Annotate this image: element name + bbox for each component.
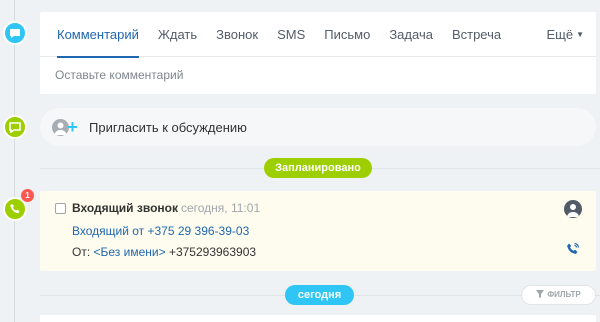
next-timeline-item xyxy=(40,315,596,322)
activity-subtitle-link[interactable]: Входящий от +375 29 396-39-03 xyxy=(72,224,249,238)
add-user-icon: + xyxy=(52,117,78,137)
invite-label: Пригласить к обсуждению xyxy=(89,119,247,135)
activity-from: От: <Без имени> +375293963903 xyxy=(72,245,256,259)
contact-phone: +375293963903 xyxy=(168,245,257,259)
editor-tabs: Комментарий Ждать Звонок SMS Письмо Зада… xyxy=(40,12,596,58)
activity-editor: Комментарий Ждать Звонок SMS Письмо Зада… xyxy=(40,12,596,94)
contact-name-link[interactable]: <Без имени> xyxy=(94,245,166,259)
tab-task[interactable]: Задача xyxy=(389,12,433,57)
activity-time: сегодня, 11:01 xyxy=(180,201,261,215)
invite-to-discussion-button[interactable]: + Пригласить к обсуждению xyxy=(40,108,596,146)
tab-sms[interactable]: SMS xyxy=(277,12,305,57)
tab-wait[interactable]: Ждать xyxy=(158,12,197,57)
activity-title[interactable]: Входящий звонок сегодня, 11:01 xyxy=(72,201,260,215)
complete-checkbox[interactable] xyxy=(55,203,66,214)
notification-badge: 1 xyxy=(21,189,34,202)
filter-icon xyxy=(536,290,545,298)
tab-email[interactable]: Письмо xyxy=(324,12,370,57)
more-tabs-button[interactable]: Ещё ▼ xyxy=(546,12,584,57)
comment-marker-icon xyxy=(3,21,27,45)
discussion-marker-icon xyxy=(3,115,27,139)
planned-section-label: Запланировано xyxy=(264,158,372,178)
activity-title-text: Входящий звонок xyxy=(72,201,178,215)
tab-call[interactable]: Звонок xyxy=(216,12,258,57)
chevron-down-icon: ▼ xyxy=(576,30,584,39)
today-section-label: сегодня xyxy=(285,285,354,305)
from-prefix: От: xyxy=(72,245,91,259)
responsible-avatar-icon[interactable] xyxy=(564,200,582,218)
filter-label: ФИЛЬТР xyxy=(547,290,581,299)
tab-comment[interactable]: Комментарий xyxy=(57,12,139,58)
timeline-line xyxy=(14,0,15,322)
more-label: Ещё xyxy=(546,27,574,42)
phone-call-icon[interactable] xyxy=(566,242,580,261)
filter-button[interactable]: ФИЛЬТР xyxy=(521,285,596,305)
comment-input[interactable]: Оставьте комментарий xyxy=(40,57,596,93)
incoming-call-activity: Входящий звонок сегодня, 11:01 Входящий о… xyxy=(40,191,596,271)
tab-meeting[interactable]: Встреча xyxy=(452,12,501,57)
